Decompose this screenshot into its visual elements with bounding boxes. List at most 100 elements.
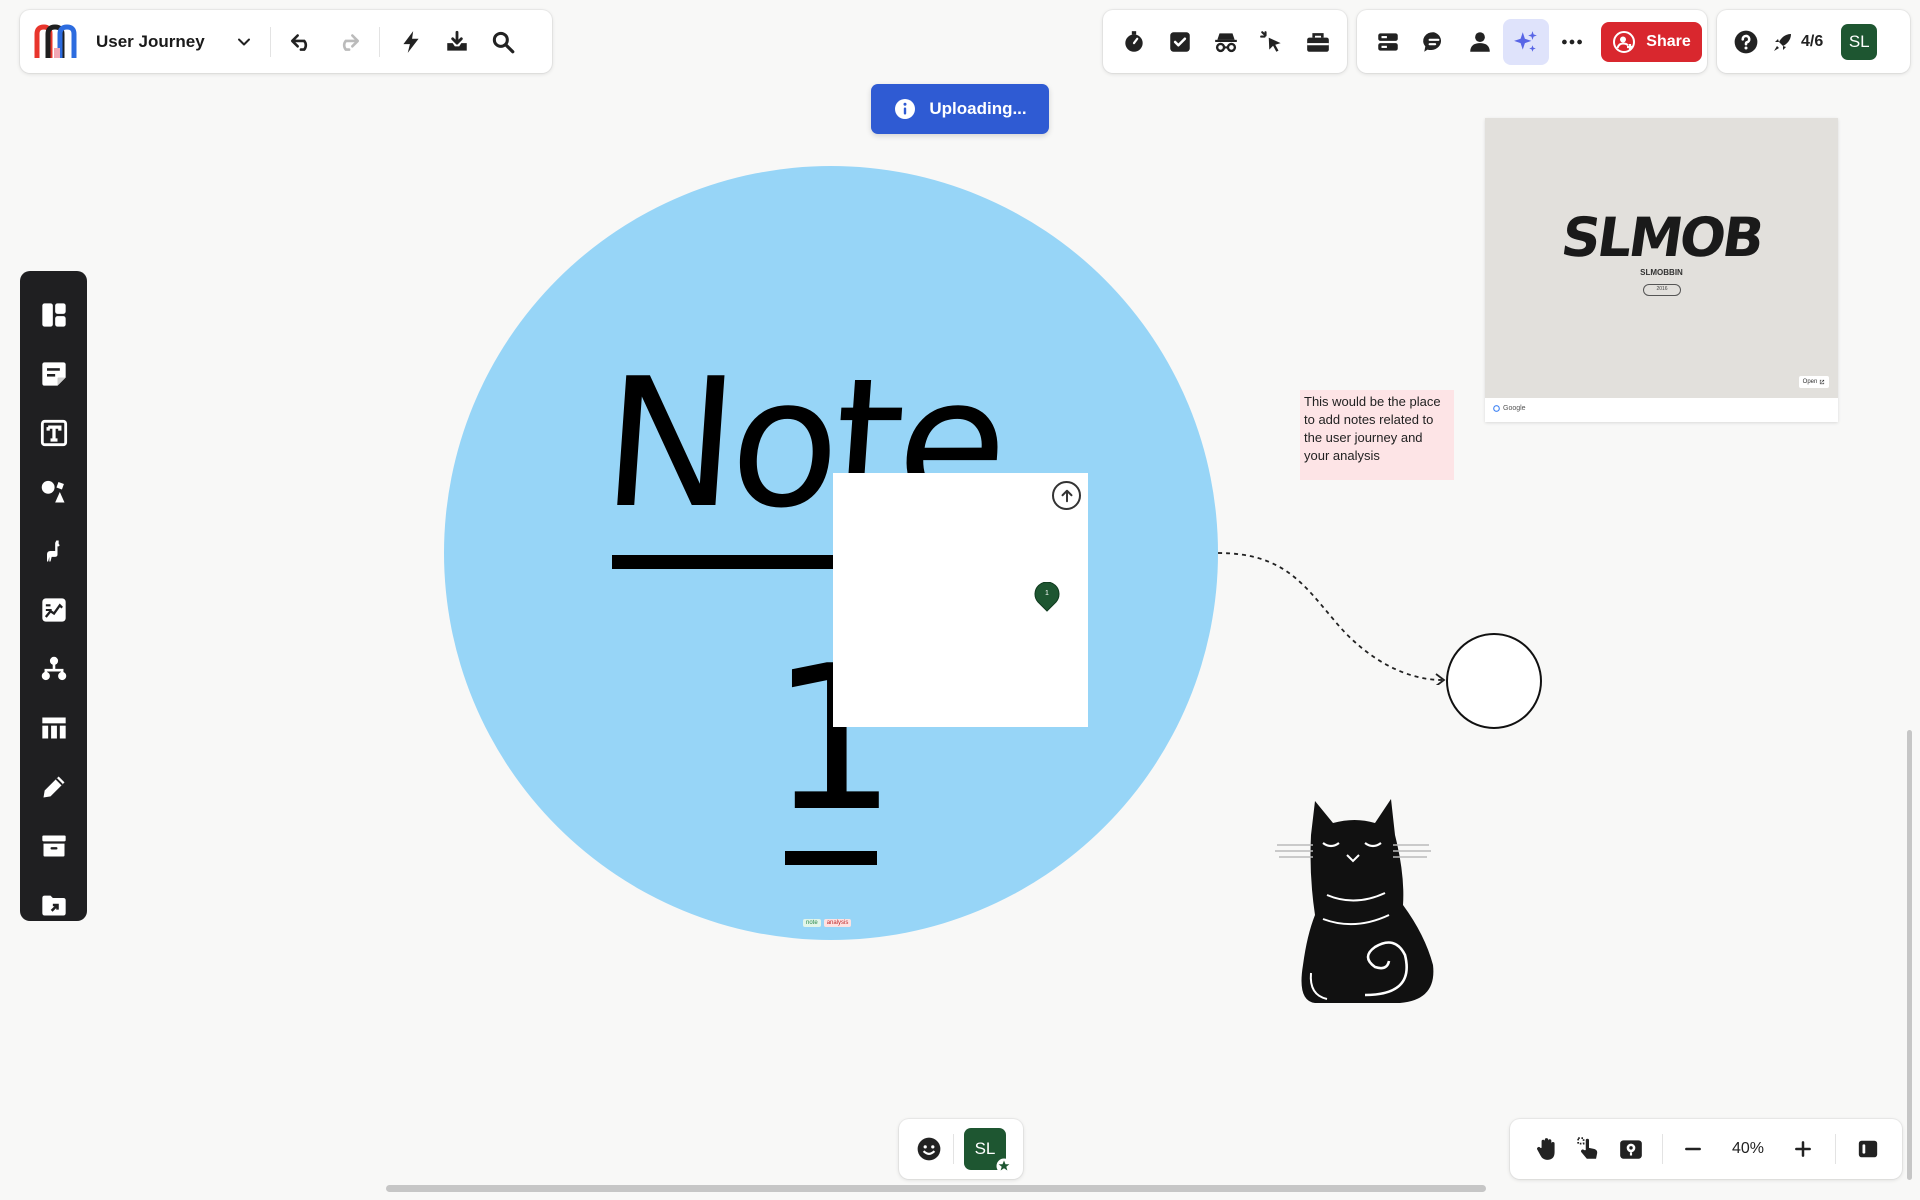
sidebar-stickers[interactable]	[20, 521, 87, 580]
checklist-button[interactable]	[1157, 19, 1203, 65]
sidebar-text[interactable]	[20, 403, 87, 462]
embed-open-label: Open	[1802, 379, 1818, 385]
cat-sticker[interactable]	[1275, 795, 1435, 1005]
zoom-out-button[interactable]	[1673, 1126, 1713, 1172]
help-icon	[1734, 30, 1758, 53]
divider	[270, 26, 271, 57]
vertical-scrollbar[interactable]	[1907, 730, 1912, 1180]
star-badge-icon	[996, 1158, 1012, 1174]
search-icon	[492, 31, 515, 53]
collaboration-toolbar	[1103, 10, 1347, 73]
zoom-in-button[interactable]	[1783, 1126, 1823, 1172]
app-logo[interactable]	[34, 23, 78, 60]
more-options-button[interactable]	[1549, 19, 1595, 65]
follow-cursor-button[interactable]	[1249, 19, 1295, 65]
table-icon	[41, 717, 66, 738]
embed-card[interactable]: SLMOB SLMOBBIN 2016 Open Google	[1485, 118, 1838, 422]
smiley-icon	[917, 1137, 941, 1161]
board-title[interactable]: User Journey	[96, 32, 226, 52]
divider	[379, 26, 380, 57]
handwritten-number-underline	[785, 851, 877, 865]
side-panel-button[interactable]	[1848, 1126, 1888, 1172]
incognito-icon	[1215, 32, 1237, 52]
board-menu-button[interactable]	[226, 19, 262, 65]
user-avatar[interactable]: SL	[1841, 23, 1878, 60]
embed-preview: SLMOB SLMOBBIN 2016 Open	[1485, 118, 1838, 398]
redo-button[interactable]	[325, 19, 371, 65]
search-button[interactable]	[480, 19, 526, 65]
locate-button[interactable]	[1610, 1126, 1652, 1172]
tag-analysis[interactable]: analysis	[823, 919, 852, 927]
embed-open-button[interactable]: Open	[1799, 376, 1829, 388]
embed-source-label: Google	[1503, 405, 1526, 412]
private-mode-button[interactable]	[1203, 19, 1249, 65]
mindmap-icon	[41, 656, 66, 680]
sidebar-pen[interactable]	[20, 757, 87, 816]
help-button[interactable]	[1725, 19, 1767, 65]
map-pin-icon	[1034, 581, 1060, 612]
reactions-button[interactable]	[909, 1126, 949, 1172]
more-icon	[1562, 39, 1582, 44]
embed-logo-text: SLMOB	[1557, 206, 1766, 269]
undo-button[interactable]	[279, 19, 325, 65]
board-toolbar: User Journey	[20, 10, 552, 73]
share-label: Share	[1646, 32, 1691, 50]
onboarding-progress[interactable]: 4/6	[1771, 30, 1823, 54]
add-user-icon	[1613, 30, 1636, 53]
quick-actions-button[interactable]	[388, 19, 434, 65]
undo-icon	[290, 33, 308, 51]
outline-button[interactable]	[1365, 19, 1411, 65]
upload-toast-message: Uploading...	[929, 99, 1027, 118]
sidebar-shapes[interactable]	[20, 462, 87, 521]
sticky-note-icon	[41, 361, 66, 386]
upload-progress-button[interactable]	[1052, 481, 1081, 510]
divider	[953, 1134, 954, 1164]
archive-icon	[41, 835, 66, 856]
sticky-note-text: This would be the place to add notes rel…	[1304, 394, 1441, 463]
divider	[1662, 1134, 1663, 1164]
sidebar-upload[interactable]	[20, 875, 87, 934]
divider	[1835, 1134, 1836, 1164]
sidebar-sticky-note[interactable]	[20, 344, 87, 403]
connector-arrow[interactable]	[1214, 545, 1454, 685]
hand-pointer-icon	[1577, 1137, 1598, 1159]
sidebar-mind-map[interactable]	[20, 639, 87, 698]
embed-sub-text: SLMOBBIN	[1640, 268, 1683, 277]
tag-note[interactable]: note	[803, 919, 821, 927]
sticky-note[interactable]: This would be the place to add notes rel…	[1300, 390, 1454, 480]
shapes-icon	[41, 480, 64, 502]
timer-icon	[1125, 30, 1143, 52]
zoom-controls: 40%	[1510, 1119, 1902, 1179]
collaborators-button[interactable]	[1457, 19, 1503, 65]
export-button[interactable]	[434, 19, 480, 65]
user-icon	[1470, 31, 1490, 52]
tag-list: note analysis	[803, 919, 852, 927]
horizontal-scrollbar[interactable]	[386, 1185, 1486, 1192]
sidebar-charts[interactable]	[20, 580, 87, 639]
embed-badge: 2016	[1643, 284, 1681, 296]
app-logo-icon	[34, 23, 77, 58]
timer-button[interactable]	[1111, 19, 1157, 65]
rocket-icon	[1774, 33, 1791, 51]
sidebar-table[interactable]	[20, 698, 87, 757]
pan-tool-button[interactable]	[1526, 1126, 1568, 1172]
embed-source: Google	[1493, 405, 1526, 412]
select-tool-button[interactable]	[1568, 1126, 1610, 1172]
zoom-level[interactable]: 40%	[1713, 1140, 1783, 1158]
share-button[interactable]: Share	[1601, 21, 1702, 62]
zoom-in-icon	[1795, 1141, 1811, 1157]
pen-icon	[43, 776, 64, 797]
comments-button[interactable]	[1411, 19, 1457, 65]
hand-icon	[1537, 1138, 1555, 1160]
onboarding-progress-text: 4/6	[1801, 32, 1824, 50]
presence-avatar[interactable]: SL	[964, 1128, 1012, 1174]
small-circle-shape[interactable]	[1446, 633, 1542, 729]
comment-pin[interactable]: 1	[1034, 581, 1060, 612]
ai-assistant-button[interactable]	[1503, 18, 1549, 65]
toolbox-button[interactable]	[1295, 19, 1341, 65]
sidebar-templates[interactable]	[20, 285, 87, 344]
comment-pin-label: 1	[1045, 590, 1049, 597]
sidebar-archive[interactable]	[20, 816, 87, 875]
templates-icon	[41, 302, 66, 327]
user-avatar-initials: SL	[1848, 31, 1870, 51]
